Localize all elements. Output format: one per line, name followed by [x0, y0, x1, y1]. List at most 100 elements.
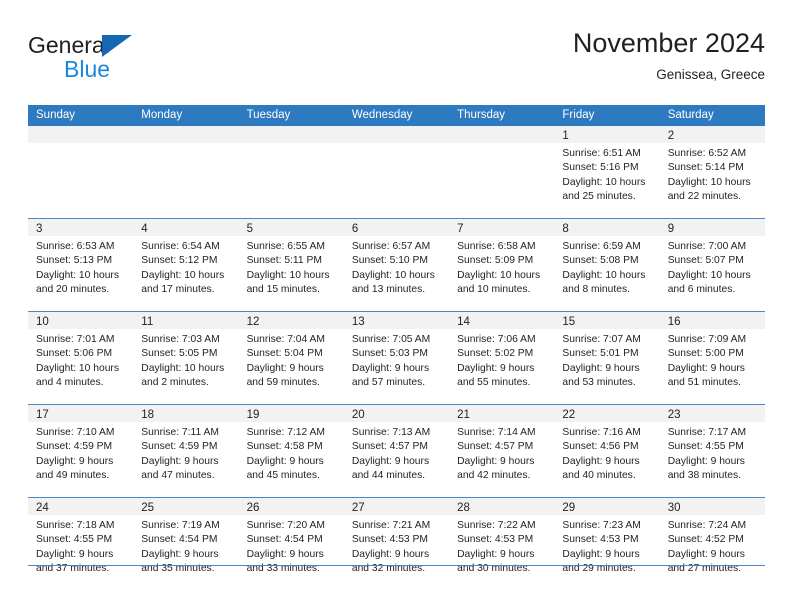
calendar-day-cell[interactable]: 9 Sunrise: 7:00 AM Sunset: 5:07 PM Daylight…	[659, 219, 765, 311]
day-number-band: 24	[28, 498, 134, 515]
weekday-header-monday: Monday	[141, 109, 183, 121]
weekday-header-friday: Friday	[562, 109, 595, 121]
calendar-day-cell[interactable]: 6 Sunrise: 6:57 AM Sunset: 5:10 PM Daylight…	[343, 219, 450, 311]
calendar-day-cell[interactable]: 3 Sunrise: 6:53 AM Sunset: 5:13 PM Daylight…	[28, 219, 134, 311]
daylight-text-line2: and 15 minutes.	[246, 284, 320, 296]
calendar-day-cell[interactable]: 30 Sunrise: 7:24 AM Sunset: 4:52 PM Dayligh…	[659, 498, 765, 590]
day-number: 25	[141, 502, 155, 514]
calendar-day-cell[interactable]: 24 Sunrise: 7:18 AM Sunset: 4:55 PM Dayligh…	[28, 498, 134, 590]
daylight-text-line1: Daylight: 9 hours	[562, 362, 640, 374]
sunset-text: Sunset: 5:03 PM	[351, 348, 428, 360]
calendar-day-cell[interactable]: 25 Sunrise: 7:19 AM Sunset: 4:54 PM Dayligh…	[133, 498, 239, 590]
sunrise-text: Sunrise: 7:20 AM	[246, 520, 325, 531]
daylight-text-line1: Daylight: 9 hours	[36, 548, 114, 560]
daylight-text-line2: and 42 minutes.	[457, 470, 531, 482]
daylight-text-line2: and 45 minutes.	[246, 470, 320, 482]
sunset-text: Sunset: 5:07 PM	[667, 255, 744, 267]
calendar-day-cell[interactable]: 8 Sunrise: 6:59 AM Sunset: 5:08 PM Daylight…	[554, 219, 660, 311]
daylight-text-line1: Daylight: 10 hours	[141, 362, 225, 374]
calendar-day-cell[interactable]: 16 Sunrise: 7:09 AM Sunset: 5:00 PM Dayligh…	[659, 312, 765, 404]
calendar-day-cell[interactable]: 18 Sunrise: 7:11 AM Sunset: 4:59 PM Dayligh…	[133, 405, 239, 497]
daylight-text-line1: Daylight: 9 hours	[457, 362, 535, 374]
calendar-week-row: 1 Sunrise: 6:51 AM Sunset: 5:16 PM Daylight…	[28, 126, 765, 218]
day-number: 3	[36, 223, 43, 235]
calendar-day-cell[interactable]: 4 Sunrise: 6:54 AM Sunset: 5:12 PM Daylight…	[133, 219, 239, 311]
daylight-text-line1: Daylight: 9 hours	[351, 455, 430, 467]
daylight-text-line2: and 4 minutes.	[36, 377, 104, 389]
calendar-day-cell[interactable]: 13 Sunrise: 7:05 AM Sunset: 5:03 PM Dayligh…	[343, 312, 450, 404]
sunrise-text: Sunrise: 6:55 AM	[246, 241, 325, 252]
calendar-day-cell[interactable]: 7 Sunrise: 6:58 AM Sunset: 5:09 PM Daylight…	[449, 219, 555, 311]
sunrise-text: Sunrise: 6:54 AM	[141, 241, 220, 252]
day-number: 19	[246, 409, 260, 421]
sunset-text: Sunset: 5:12 PM	[141, 255, 218, 267]
day-details: Sunrise: 6:58 AM Sunset: 5:09 PM Daylight:…	[449, 236, 554, 298]
daylight-text-line2: and 49 minutes.	[36, 470, 110, 482]
sunrise-text: Sunrise: 7:18 AM	[36, 520, 115, 531]
daylight-text-line1: Daylight: 9 hours	[562, 548, 640, 560]
general-blue-logo[interactable]: General Blue	[28, 32, 248, 88]
day-details: Sunrise: 7:14 AM Sunset: 4:57 PM Daylight:…	[449, 422, 554, 484]
daylight-text-line2: and 57 minutes.	[351, 377, 426, 389]
calendar-day-cell[interactable]: 2 Sunrise: 6:52 AM Sunset: 5:14 PM Daylight…	[659, 126, 765, 218]
calendar-day-cell[interactable]: 19 Sunrise: 7:12 AM Sunset: 4:58 PM Dayligh…	[238, 405, 344, 497]
calendar-day-cell[interactable]: 10 Sunrise: 7:01 AM Sunset: 5:06 PM Dayligh…	[28, 312, 134, 404]
calendar-day-cell[interactable]: 11 Sunrise: 7:03 AM Sunset: 5:05 PM Dayligh…	[133, 312, 239, 404]
calendar-day-cell[interactable]: 12 Sunrise: 7:04 AM Sunset: 5:04 PM Dayligh…	[238, 312, 344, 404]
daylight-text-line1: Daylight: 10 hours	[457, 269, 541, 281]
sunset-text: Sunset: 4:54 PM	[141, 534, 218, 546]
calendar-day-cell[interactable]: 17 Sunrise: 7:10 AM Sunset: 4:59 PM Dayligh…	[28, 405, 134, 497]
calendar-day-cell[interactable]: 29 Sunrise: 7:23 AM Sunset: 4:53 PM Dayligh…	[554, 498, 660, 590]
day-details: Sunrise: 7:20 AM Sunset: 4:54 PM Daylight:…	[239, 515, 344, 577]
day-number-band: 25	[133, 498, 239, 515]
calendar-day-cell[interactable]: 22 Sunrise: 7:16 AM Sunset: 4:56 PM Dayligh…	[554, 405, 660, 497]
sunrise-text: Sunrise: 6:51 AM	[562, 148, 641, 159]
daylight-text-line2: and 44 minutes.	[351, 470, 426, 482]
day-details	[239, 143, 344, 147]
calendar-day-cell[interactable]: 14 Sunrise: 7:06 AM Sunset: 5:02 PM Dayligh…	[449, 312, 555, 404]
sunrise-text: Sunrise: 7:21 AM	[351, 520, 431, 531]
daylight-text-line1: Daylight: 9 hours	[457, 455, 535, 467]
calendar-day-cell[interactable]: 20 Sunrise: 7:13 AM Sunset: 4:57 PM Dayligh…	[343, 405, 450, 497]
logo-word-general: General	[28, 32, 110, 58]
day-number: 14	[457, 316, 470, 328]
calendar-day-cell[interactable]: 28 Sunrise: 7:22 AM Sunset: 4:53 PM Dayligh…	[449, 498, 555, 590]
day-details: Sunrise: 7:01 AM Sunset: 5:06 PM Daylight:…	[28, 329, 133, 391]
day-number: 10	[36, 316, 49, 328]
calendar-day-cell[interactable]: 15 Sunrise: 7:07 AM Sunset: 5:01 PM Dayligh…	[554, 312, 660, 404]
daylight-text-line1: Daylight: 10 hours	[562, 176, 646, 188]
day-details	[28, 143, 133, 147]
sunset-text: Sunset: 4:53 PM	[457, 534, 534, 546]
daylight-text-line1: Daylight: 10 hours	[141, 269, 225, 281]
day-number: 23	[667, 409, 681, 421]
day-details: Sunrise: 6:55 AM Sunset: 5:11 PM Daylight:…	[239, 236, 344, 298]
day-number-band: 21	[449, 405, 555, 422]
sunrise-text: Sunrise: 7:05 AM	[351, 334, 431, 345]
day-number-band: 29	[554, 498, 660, 515]
day-number-band: 2	[659, 126, 765, 143]
calendar-day-cell[interactable]: 23 Sunrise: 7:17 AM Sunset: 4:55 PM Dayligh…	[659, 405, 765, 497]
day-number-band: 16	[659, 312, 765, 329]
sunset-text: Sunset: 4:55 PM	[667, 441, 744, 453]
day-details: Sunrise: 6:52 AM Sunset: 5:14 PM Daylight:…	[660, 143, 765, 205]
day-number-band: 11	[133, 312, 239, 329]
calendar-day-cell[interactable]: 27 Sunrise: 7:21 AM Sunset: 4:53 PM Dayligh…	[343, 498, 450, 590]
calendar-day-cell[interactable]: 26 Sunrise: 7:20 AM Sunset: 4:54 PM Dayligh…	[238, 498, 344, 590]
sunrise-text: Sunrise: 7:01 AM	[36, 334, 115, 345]
calendar-day-cell[interactable]: 21 Sunrise: 7:14 AM Sunset: 4:57 PM Dayligh…	[449, 405, 555, 497]
weekday-header-saturday: Saturday	[667, 109, 714, 121]
weekday-header-sunday: Sunday	[36, 109, 76, 121]
day-number-band: 17	[28, 405, 134, 422]
sunrise-text: Sunrise: 7:09 AM	[667, 334, 747, 345]
day-number: 15	[562, 316, 576, 328]
day-number: 24	[36, 502, 49, 514]
day-number-band	[449, 126, 555, 143]
calendar-day-cell[interactable]: 1 Sunrise: 6:51 AM Sunset: 5:16 PM Daylight…	[554, 126, 660, 218]
calendar-page: General Blue November 2024 Genissea, Gre…	[0, 0, 792, 612]
daylight-text-line1: Daylight: 9 hours	[246, 548, 324, 560]
day-number: 1	[562, 130, 569, 142]
sunrise-text: Sunrise: 6:58 AM	[457, 241, 536, 252]
masthead: General Blue November 2024 Genissea, Gre…	[28, 26, 765, 98]
day-number-band: 12	[238, 312, 344, 329]
calendar-day-cell[interactable]: 5 Sunrise: 6:55 AM Sunset: 5:11 PM Daylight…	[238, 219, 344, 311]
